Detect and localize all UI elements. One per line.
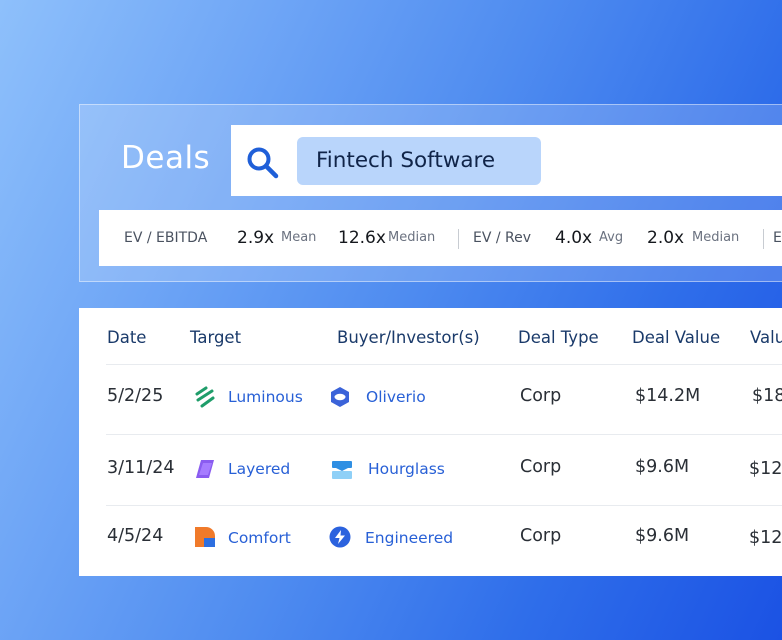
metric-label-ev-ebitda: EV / EBITDA: [124, 230, 208, 246]
metric-sub: Mean: [281, 230, 317, 245]
deal-type: Corp: [520, 386, 562, 406]
metric-value: 12.6x: [338, 228, 386, 248]
buyer-link[interactable]: Engineered: [365, 529, 453, 547]
hourglass-logo-icon: [332, 461, 352, 479]
buyer-link[interactable]: Hourglass: [368, 460, 445, 478]
metric-divider: [763, 229, 764, 249]
buyer-link[interactable]: Oliverio: [366, 388, 426, 406]
metric-label-ev-rev: EV / Rev: [473, 230, 532, 246]
deal-date: 5/2/25: [107, 386, 164, 406]
metric-divider: [458, 229, 459, 249]
deals-table: Date Target Buyer/Investor(s) Deal Type …: [79, 308, 782, 576]
row-divider: [106, 364, 782, 365]
column-header-valuation[interactable]: Valu: [750, 328, 782, 347]
deal-value: $9.6M: [635, 526, 690, 546]
row-divider: [106, 434, 782, 435]
deal-type: Corp: [520, 457, 562, 477]
luminous-logo-icon: [195, 386, 215, 408]
oliverio-logo-icon: [331, 387, 349, 407]
deal-date: 3/11/24: [107, 458, 175, 478]
layered-logo-icon: [196, 460, 214, 478]
metric-value: 2.9x: [237, 228, 275, 248]
valuation: $12: [749, 459, 782, 479]
deal-value: $9.6M: [635, 457, 690, 477]
column-header-deal-value[interactable]: Deal Value: [632, 328, 720, 347]
valuation: $12: [749, 528, 782, 548]
metric-value: 4.0x: [555, 228, 593, 248]
column-header-deal-type[interactable]: Deal Type: [518, 328, 599, 347]
metric-value: 2.0x: [647, 228, 685, 248]
metric-sub: Median: [388, 230, 436, 245]
deal-date: 4/5/24: [107, 526, 164, 546]
metrics-bar: EV / EBITDA 2.9x Mean 12.6x Median EV / …: [99, 210, 782, 266]
column-header-date[interactable]: Date: [107, 328, 146, 347]
target-link[interactable]: Luminous: [228, 388, 303, 406]
target-link[interactable]: Comfort: [228, 529, 291, 547]
metric-sub: Avg: [599, 230, 624, 245]
target-link[interactable]: Layered: [228, 460, 290, 478]
column-header-target[interactable]: Target: [190, 328, 241, 347]
metric-sub: Median: [692, 230, 740, 245]
page-title: Deals: [121, 140, 211, 176]
search-icon[interactable]: [245, 145, 279, 179]
column-header-buyer[interactable]: Buyer/Investor(s): [337, 328, 480, 347]
comfort-logo-icon: [195, 527, 215, 547]
search-query-chip[interactable]: Fintech Software: [297, 137, 541, 185]
metric-label-truncated: E: [773, 230, 782, 246]
valuation: $18: [752, 386, 782, 406]
deal-value: $14.2M: [635, 386, 701, 406]
deal-type: Corp: [520, 526, 562, 546]
row-divider: [106, 505, 782, 506]
engineered-logo-icon: [329, 526, 351, 548]
